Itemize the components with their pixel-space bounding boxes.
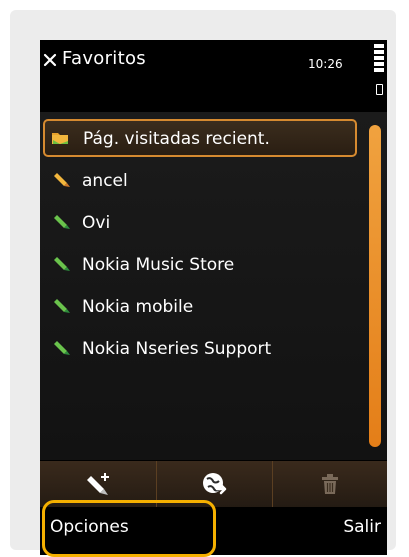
- page-title: Favoritos: [62, 48, 146, 69]
- list-item-label: Nokia mobile: [82, 297, 194, 317]
- list-item-label: ancel: [82, 171, 128, 191]
- list-item-label: Ovi: [82, 213, 111, 233]
- add-bookmark-button[interactable]: [40, 461, 155, 507]
- exit-softkey[interactable]: Salir: [343, 517, 381, 537]
- web-go-icon: [203, 473, 227, 495]
- clock: 10:26: [308, 57, 343, 71]
- status-bar: Favoritos 10:26: [40, 40, 387, 112]
- scrollbar[interactable]: [369, 125, 381, 447]
- bookmark-icon: [54, 215, 70, 229]
- close-icon[interactable]: [42, 52, 58, 68]
- options-softkey[interactable]: Opciones: [50, 517, 129, 537]
- list-item-label: Nokia Nseries Support: [82, 339, 272, 359]
- list-item-label: Nokia Music Store: [82, 255, 235, 275]
- signal-bars-icon: [374, 44, 384, 72]
- bookmark-icon: [54, 257, 70, 271]
- battery-icon: [376, 84, 383, 95]
- bookmark-icon: [54, 299, 70, 313]
- list-item-nokia-nseries-support[interactable]: Nokia Nseries Support: [40, 330, 370, 368]
- list-item-ovi[interactable]: Ovi: [40, 204, 370, 242]
- go-to-web-button[interactable]: [156, 461, 271, 507]
- list-item-recent-pages[interactable]: Pág. visitadas recient.: [43, 119, 357, 157]
- folder-icon: [52, 133, 68, 144]
- trash-icon: [322, 474, 338, 494]
- add-bookmark-icon: [86, 473, 109, 495]
- list-item-nokia-mobile[interactable]: Nokia mobile: [40, 288, 370, 326]
- list-item-label: Pág. visitadas recient.: [83, 129, 270, 149]
- bottom-toolbar: [40, 461, 387, 507]
- bookmark-icon: [54, 341, 70, 355]
- list-item-ancel[interactable]: ancel: [40, 162, 370, 200]
- delete-button[interactable]: [272, 461, 387, 507]
- favorites-list: Pág. visitadas recient. ancel Ovi Nokia …: [40, 112, 387, 460]
- phone-screen: Favoritos 10:26 Pág. visitadas recient.: [40, 40, 387, 555]
- list-item-nokia-music-store[interactable]: Nokia Music Store: [40, 246, 370, 284]
- softkeys-bar: Opciones Salir: [40, 507, 387, 555]
- bookmark-icon: [54, 173, 70, 187]
